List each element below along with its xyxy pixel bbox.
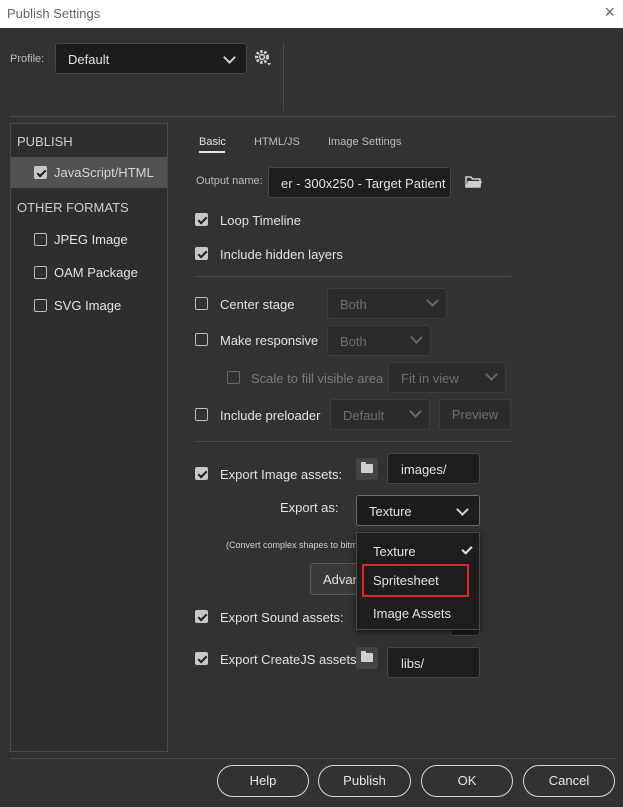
sidebar-item-jpeg[interactable]: JPEG Image bbox=[11, 224, 167, 255]
sidebar-item-oam[interactable]: OAM Package bbox=[11, 257, 167, 288]
export-sound-assets-label: Export Sound assets: bbox=[220, 610, 344, 625]
export-as-menu: Texture Spritesheet Image Assets bbox=[356, 532, 480, 630]
publish-header: PUBLISH bbox=[17, 134, 73, 149]
chevron-down-icon bbox=[456, 503, 469, 516]
tab-image-settings[interactable]: Image Settings bbox=[328, 136, 401, 148]
title-bar: Publish Settings × bbox=[0, 0, 623, 28]
svg-checkbox[interactable] bbox=[34, 299, 47, 312]
export-as-label: Export as: bbox=[280, 500, 339, 515]
make-responsive-value: Both bbox=[340, 334, 367, 349]
jpeg-checkbox[interactable] bbox=[34, 233, 47, 246]
sidebar-item-javascript-html[interactable]: JavaScript/HTML bbox=[11, 157, 167, 188]
include-hidden-layers-checkbox[interactable] bbox=[195, 247, 208, 260]
scale-to-fill-checkbox[interactable] bbox=[227, 371, 240, 384]
sidebar-item-label: JavaScript/HTML bbox=[54, 165, 154, 180]
other-formats-header: OTHER FORMATS bbox=[17, 200, 129, 215]
output-name-input[interactable]: er - 300x250 - Target Patient bbox=[268, 167, 451, 198]
image-assets-path-input[interactable]: images/ bbox=[387, 453, 480, 484]
center-stage-value: Both bbox=[340, 297, 367, 312]
createjs-path-input[interactable]: libs/ bbox=[387, 647, 480, 678]
menu-item-label: Texture bbox=[373, 544, 416, 559]
folder-icon bbox=[361, 462, 373, 473]
createjs-folder-button[interactable] bbox=[356, 647, 378, 669]
javascript-html-checkbox[interactable] bbox=[34, 166, 47, 179]
menu-item-label: Spritesheet bbox=[373, 573, 439, 588]
createjs-path: libs/ bbox=[401, 656, 425, 671]
help-button[interactable]: Help bbox=[217, 765, 309, 797]
oam-checkbox[interactable] bbox=[34, 266, 47, 279]
preloader-dropdown[interactable]: Default bbox=[330, 399, 430, 430]
menu-item-spritesheet[interactable]: Spritesheet bbox=[362, 564, 469, 597]
tab-basic[interactable]: Basic bbox=[199, 136, 226, 148]
scale-dropdown[interactable]: Fit in view bbox=[388, 362, 506, 393]
menu-item-image-assets[interactable]: Image Assets bbox=[357, 599, 479, 627]
export-as-dropdown[interactable]: Texture bbox=[356, 495, 480, 526]
divider bbox=[195, 441, 511, 442]
profile-dropdown[interactable]: Default bbox=[55, 43, 247, 74]
export-image-assets-checkbox[interactable] bbox=[195, 467, 208, 480]
export-image-assets-label: Export Image assets: bbox=[220, 467, 343, 482]
advanced-label: Advan bbox=[323, 572, 360, 587]
make-responsive-label: Make responsive bbox=[220, 333, 319, 348]
preloader-value: Default bbox=[343, 408, 385, 423]
loop-timeline-checkbox[interactable] bbox=[195, 213, 208, 226]
export-sound-assets-checkbox[interactable] bbox=[195, 610, 208, 623]
export-createjs-assets-label: Export CreateJS assets: bbox=[220, 652, 361, 667]
include-preloader-label: Include preloader bbox=[220, 408, 321, 423]
sidebar-item-svg[interactable]: SVG Image bbox=[11, 290, 167, 321]
gear-icon[interactable] bbox=[253, 48, 273, 68]
cancel-button[interactable]: Cancel bbox=[523, 765, 615, 797]
format-sidebar: PUBLISH JavaScript/HTML OTHER FORMATS JP… bbox=[10, 123, 168, 752]
profile-label: Profile: bbox=[10, 53, 45, 65]
top-divider bbox=[10, 116, 615, 117]
publish-button[interactable]: Publish bbox=[318, 765, 411, 797]
sidebar-item-label: OAM Package bbox=[54, 265, 138, 280]
chevron-down-icon bbox=[485, 368, 498, 381]
loop-timeline-label: Loop Timeline bbox=[220, 213, 301, 228]
tab-basic-underline bbox=[199, 151, 225, 153]
divider bbox=[195, 276, 511, 277]
chevron-down-icon bbox=[409, 405, 422, 418]
chevron-down-icon bbox=[410, 331, 423, 344]
close-icon[interactable]: × bbox=[604, 3, 615, 21]
center-stage-label: Center stage bbox=[220, 297, 295, 312]
chevron-down-icon bbox=[426, 294, 439, 307]
include-hidden-layers-label: Include hidden layers bbox=[220, 247, 343, 262]
folder-icon[interactable] bbox=[464, 173, 484, 191]
export-as-value: Texture bbox=[369, 504, 412, 519]
preview-button[interactable]: Preview bbox=[439, 399, 511, 430]
footer-divider bbox=[10, 758, 615, 759]
make-responsive-dropdown[interactable]: Both bbox=[327, 325, 431, 356]
window-title: Publish Settings bbox=[7, 6, 101, 21]
include-preloader-checkbox[interactable] bbox=[195, 408, 208, 421]
chevron-down-icon bbox=[223, 51, 236, 64]
center-stage-checkbox[interactable] bbox=[195, 297, 208, 310]
output-name-label: Output name: bbox=[196, 175, 263, 187]
profile-divider bbox=[283, 43, 284, 111]
ok-button[interactable]: OK bbox=[421, 765, 513, 797]
output-name-value: er - 300x250 - Target Patient bbox=[281, 176, 446, 191]
image-assets-folder-button[interactable] bbox=[356, 458, 378, 480]
sidebar-item-label: JPEG Image bbox=[54, 232, 128, 247]
menu-item-texture[interactable]: Texture bbox=[357, 536, 479, 564]
center-stage-dropdown[interactable]: Both bbox=[327, 288, 447, 319]
export-createjs-assets-checkbox[interactable] bbox=[195, 652, 208, 665]
tab-html-js[interactable]: HTML/JS bbox=[254, 136, 300, 148]
check-icon bbox=[461, 543, 473, 555]
scale-to-fill-label: Scale to fill visible area bbox=[251, 371, 384, 386]
convert-note: (Convert complex shapes to bitm bbox=[226, 540, 358, 550]
scale-value: Fit in view bbox=[401, 371, 459, 386]
sidebar-item-label: SVG Image bbox=[54, 298, 122, 313]
menu-item-label: Image Assets bbox=[373, 606, 452, 621]
image-assets-path: images/ bbox=[401, 462, 447, 477]
profile-value: Default bbox=[68, 52, 110, 67]
folder-icon bbox=[361, 651, 373, 662]
make-responsive-checkbox[interactable] bbox=[195, 333, 208, 346]
